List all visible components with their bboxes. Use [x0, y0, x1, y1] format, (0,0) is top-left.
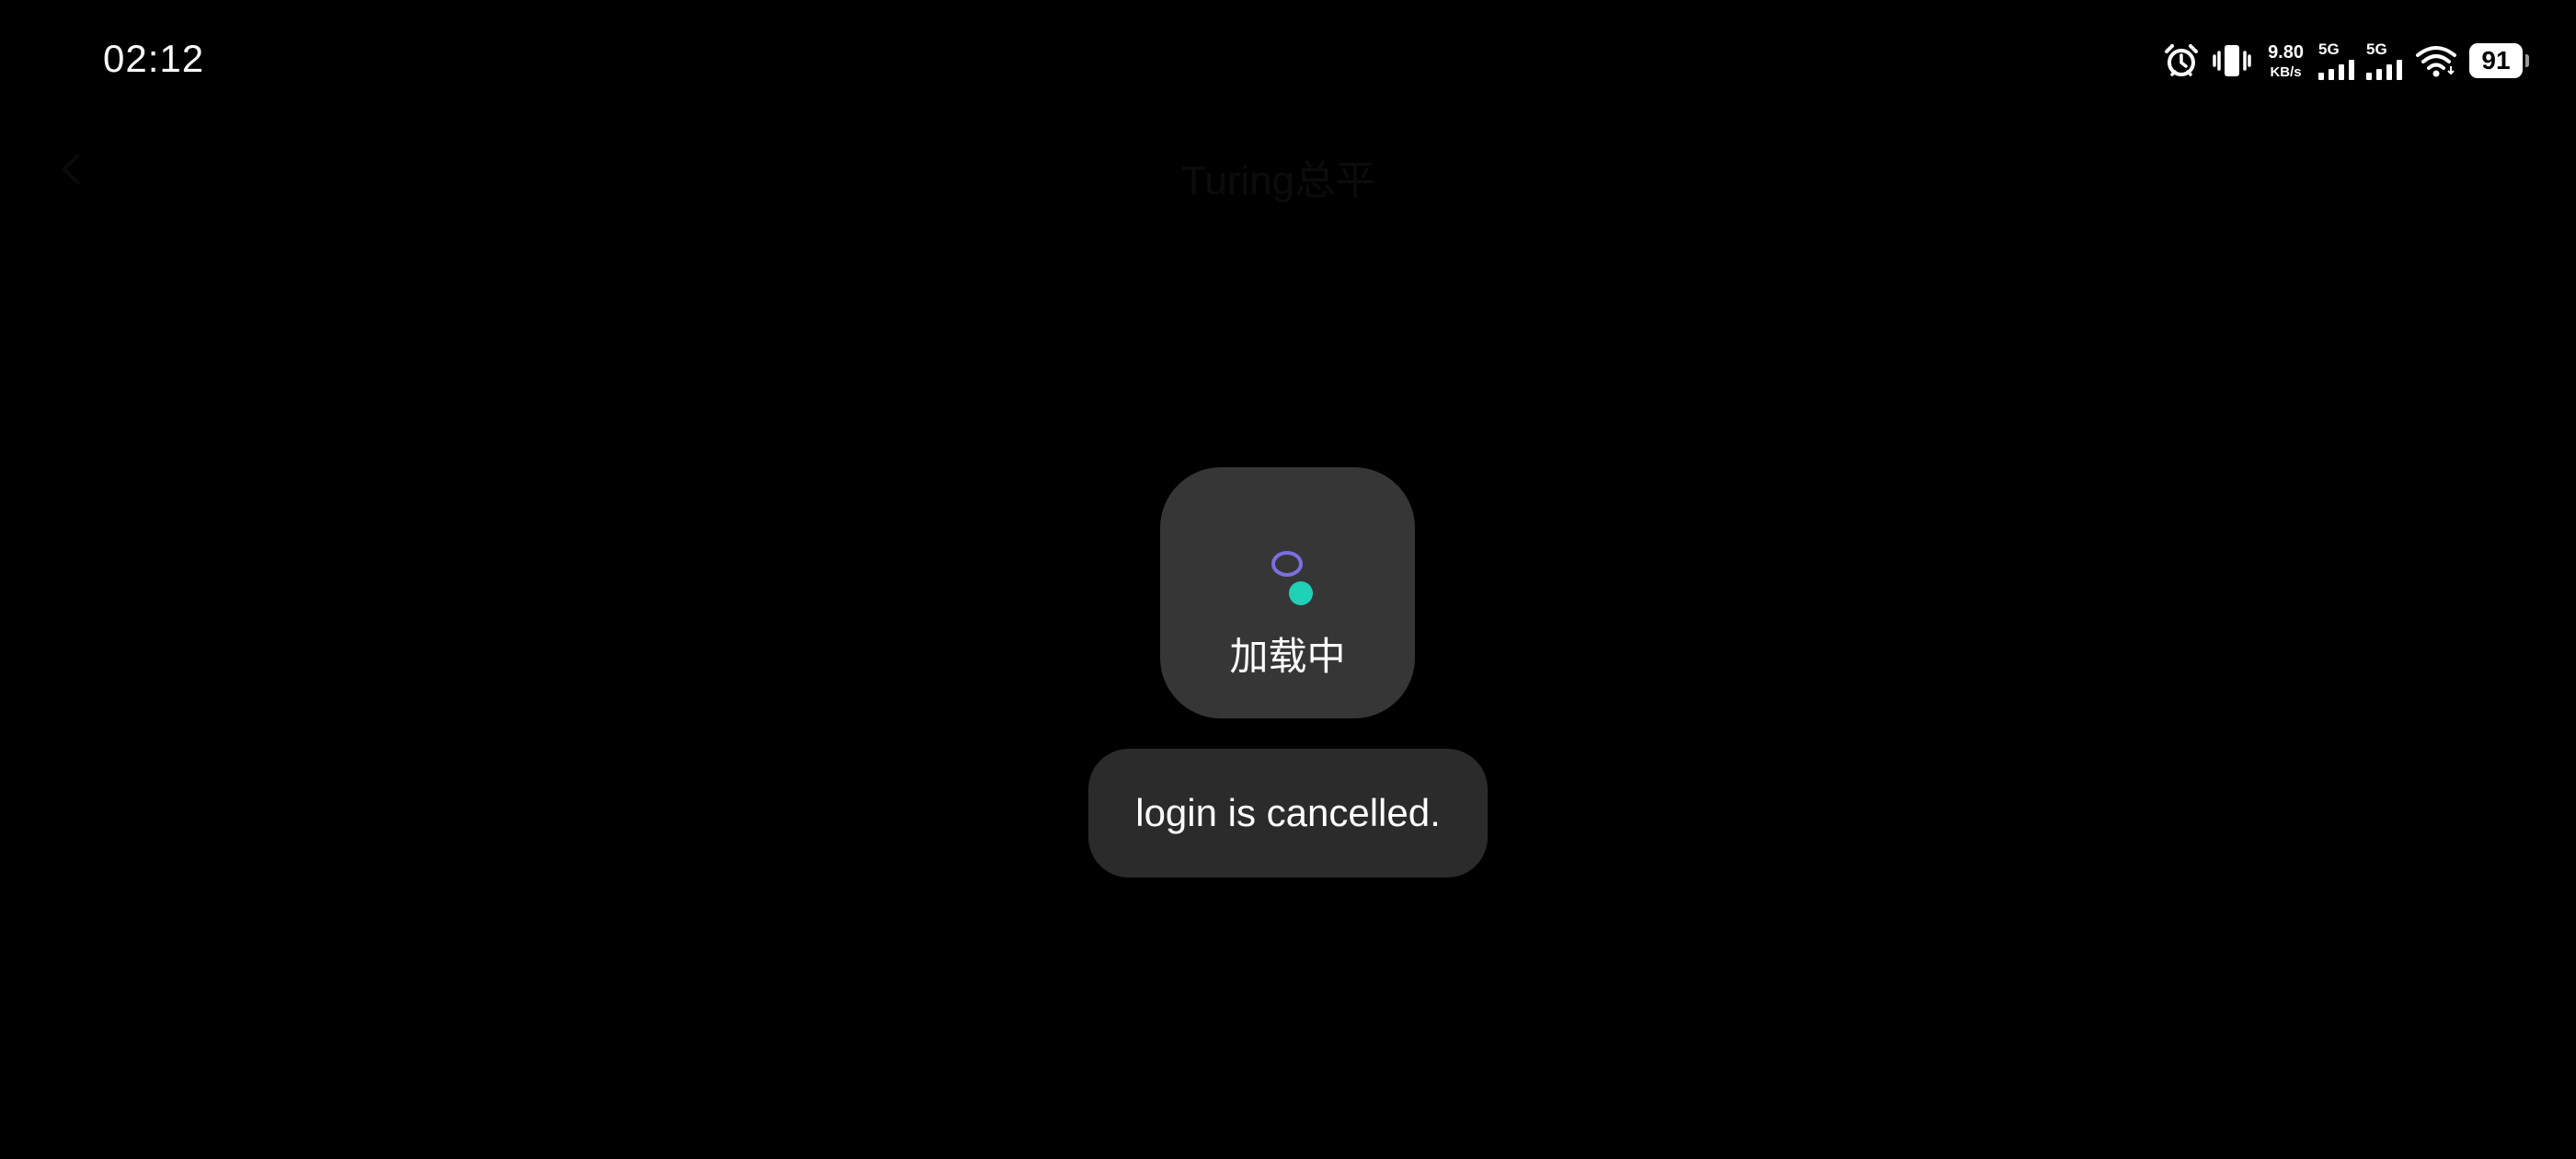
sim2-signal: 5G: [2366, 41, 2403, 80]
sim2-network-tag: 5G: [2366, 40, 2387, 58]
status-icons: 9.80 KB/s 5G 5G 91: [2163, 35, 2529, 86]
toast-message: login is cancelled.: [1135, 791, 1441, 834]
sim1-signal: 5G: [2318, 41, 2355, 80]
loading-label: 加载中: [1229, 634, 1346, 679]
battery-level: 91: [2481, 46, 2511, 75]
battery-icon: 91: [2469, 43, 2529, 78]
signal-icon: [2318, 60, 2354, 80]
alarm-icon: [2165, 44, 2199, 76]
sim1-network-tag: 5G: [2318, 40, 2340, 58]
network-speed-unit: KB/s: [2270, 63, 2302, 80]
screen: 02:12 9.80 KB/s 5G 5G 91 Turing总平 加载中 lo…: [0, 0, 2576, 1159]
vibrate-icon: [2213, 45, 2251, 76]
network-speed: 9.80 KB/s: [2268, 43, 2304, 79]
network-speed-value: 9.80: [2268, 41, 2304, 63]
page-title: Turing总平: [1181, 158, 1376, 203]
status-time: 02:12: [103, 37, 205, 80]
loading-spinner-icon: [1271, 551, 1313, 605]
back-arrow-icon[interactable]: [62, 154, 93, 185]
signal-icon: [2366, 60, 2402, 80]
wifi-icon: [2416, 46, 2456, 77]
loading-dialog: 加载中: [1160, 467, 1415, 718]
toast: login is cancelled.: [1088, 749, 1488, 878]
